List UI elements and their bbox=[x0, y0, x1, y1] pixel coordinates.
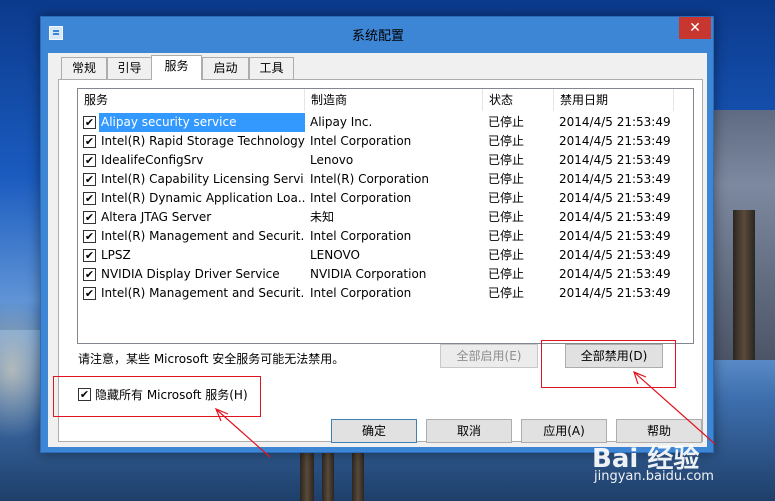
service-status: 已停止 bbox=[488, 153, 525, 167]
service-checkbox[interactable]: ✔ bbox=[83, 268, 96, 281]
service-name: Alipay security service bbox=[99, 113, 305, 132]
tab-boot[interactable]: 引导 bbox=[107, 57, 152, 79]
service-manufacturer: Intel Corporation bbox=[310, 134, 412, 148]
column-header-status[interactable]: 状态 bbox=[483, 89, 554, 111]
service-disabled-date: 2014/4/5 21:53:49 bbox=[559, 229, 671, 243]
service-disabled-date: 2014/4/5 21:53:49 bbox=[559, 172, 671, 186]
service-checkbox[interactable]: ✔ bbox=[83, 192, 96, 205]
table-row[interactable]: ✔ Intel(R) Capability Licensing Servi...… bbox=[78, 170, 693, 189]
service-checkbox[interactable]: ✔ bbox=[83, 211, 96, 224]
service-manufacturer: NVIDIA Corporation bbox=[310, 267, 427, 281]
services-list[interactable]: 服务 制造商 状态 禁用日期 ✔ Alipay security service… bbox=[77, 88, 694, 344]
service-status: 已停止 bbox=[488, 134, 525, 148]
close-button[interactable]: ✕ bbox=[679, 17, 711, 39]
table-row[interactable]: ✔ IdealifeConfigSrv Lenovo 已停止 2014/4/5 … bbox=[78, 151, 693, 170]
service-name: Intel(R) Management and Securit... bbox=[101, 286, 305, 300]
service-disabled-date: 2014/4/5 21:53:49 bbox=[559, 153, 671, 167]
service-status: 已停止 bbox=[488, 248, 525, 262]
window-title: 系统配置 bbox=[351, 29, 404, 44]
service-disabled-date: 2014/4/5 21:53:49 bbox=[559, 286, 671, 300]
service-manufacturer: Intel Corporation bbox=[310, 229, 412, 243]
service-name: Intel(R) Capability Licensing Servi... bbox=[101, 172, 305, 186]
service-disabled-date: 2014/4/5 21:53:49 bbox=[559, 210, 671, 224]
service-status: 已停止 bbox=[488, 286, 525, 300]
column-header-disabled-date[interactable]: 禁用日期 bbox=[554, 89, 674, 111]
service-manufacturer: LENOVO bbox=[310, 248, 360, 262]
service-checkbox[interactable]: ✔ bbox=[83, 230, 96, 243]
service-disabled-date: 2014/4/5 21:53:49 bbox=[559, 115, 671, 129]
service-checkbox[interactable]: ✔ bbox=[83, 173, 96, 186]
table-row[interactable]: ✔ Altera JTAG Server 未知 已停止 2014/4/5 21:… bbox=[78, 208, 693, 227]
wallpaper-post bbox=[322, 452, 334, 501]
service-checkbox[interactable]: ✔ bbox=[83, 287, 96, 300]
list-header: 服务 制造商 状态 禁用日期 bbox=[78, 89, 693, 111]
service-checkbox[interactable]: ✔ bbox=[83, 249, 96, 262]
title-bar[interactable]: 系统配置 ✕ bbox=[41, 17, 713, 53]
service-checkbox[interactable]: ✔ bbox=[83, 154, 96, 167]
service-status: 已停止 bbox=[488, 229, 525, 243]
cancel-button[interactable]: 取消 bbox=[426, 419, 512, 443]
annotation-box-disable-all bbox=[541, 340, 676, 388]
service-name: Intel(R) Management and Securit... bbox=[101, 229, 305, 243]
service-disabled-date: 2014/4/5 21:53:49 bbox=[559, 267, 671, 281]
table-row[interactable]: ✔ Intel(R) Management and Securit... Int… bbox=[78, 227, 693, 246]
table-row[interactable]: ✔ LPSZ LENOVO 已停止 2014/4/5 21:53:49 bbox=[78, 246, 693, 265]
service-disabled-date: 2014/4/5 21:53:49 bbox=[559, 134, 671, 148]
service-name: Altera JTAG Server bbox=[101, 210, 212, 224]
service-checkbox[interactable]: ✔ bbox=[83, 135, 96, 148]
security-services-note: 请注意，某些 Microsoft 安全服务可能无法禁用。 bbox=[78, 352, 345, 366]
service-manufacturer: Intel(R) Corporation bbox=[310, 172, 429, 186]
column-header-service[interactable]: 服务 bbox=[78, 89, 305, 111]
tab-general[interactable]: 常规 bbox=[61, 57, 107, 79]
baidu-url: jingyan.baidu.com bbox=[594, 469, 714, 484]
table-row[interactable]: ✔ Intel(R) Rapid Storage Technology Inte… bbox=[78, 132, 693, 151]
service-status: 已停止 bbox=[488, 115, 525, 129]
service-status: 已停止 bbox=[488, 267, 525, 281]
tab-startup[interactable]: 启动 bbox=[202, 57, 249, 79]
service-status: 已停止 bbox=[488, 191, 525, 205]
table-row[interactable]: ✔ Alipay security service Alipay Inc. 已停… bbox=[78, 113, 693, 132]
service-manufacturer: Intel Corporation bbox=[310, 286, 412, 300]
service-manufacturer: Lenovo bbox=[310, 153, 354, 167]
service-manufacturer: Alipay Inc. bbox=[310, 115, 373, 129]
enable-all-button[interactable]: 全部启用(E) bbox=[440, 344, 538, 368]
ok-button[interactable]: 确定 bbox=[331, 419, 417, 443]
service-name: Intel(R) Rapid Storage Technology bbox=[101, 134, 305, 148]
table-row[interactable]: ✔ Intel(R) Dynamic Application Loa... In… bbox=[78, 189, 693, 208]
table-row[interactable]: ✔ NVIDIA Display Driver Service NVIDIA C… bbox=[78, 265, 693, 284]
service-name: NVIDIA Display Driver Service bbox=[101, 267, 280, 281]
tab-services[interactable]: 服务 bbox=[151, 55, 202, 80]
baidu-watermark: Bai 经验 jingyan.baidu.com bbox=[592, 438, 770, 496]
wallpaper-post bbox=[733, 210, 755, 360]
annotation-box-hide-microsoft bbox=[53, 376, 261, 417]
tab-tools[interactable]: 工具 bbox=[249, 57, 294, 79]
service-checkbox[interactable]: ✔ bbox=[83, 116, 96, 129]
service-name: IdealifeConfigSrv bbox=[101, 153, 204, 167]
service-name: LPSZ bbox=[101, 248, 131, 262]
service-name: Intel(R) Dynamic Application Loa... bbox=[101, 191, 305, 205]
service-manufacturer: 未知 bbox=[310, 210, 335, 224]
service-status: 已停止 bbox=[488, 172, 525, 186]
service-status: 已停止 bbox=[488, 210, 525, 224]
service-disabled-date: 2014/4/5 21:53:49 bbox=[559, 248, 671, 262]
wallpaper-post bbox=[352, 452, 364, 501]
service-disabled-date: 2014/4/5 21:53:49 bbox=[559, 191, 671, 205]
service-manufacturer: Intel Corporation bbox=[310, 191, 412, 205]
column-header-manufacturer[interactable]: 制造商 bbox=[305, 89, 483, 111]
table-row[interactable]: ✔ Intel(R) Management and Securit... Int… bbox=[78, 284, 693, 303]
wallpaper-post bbox=[300, 452, 314, 501]
